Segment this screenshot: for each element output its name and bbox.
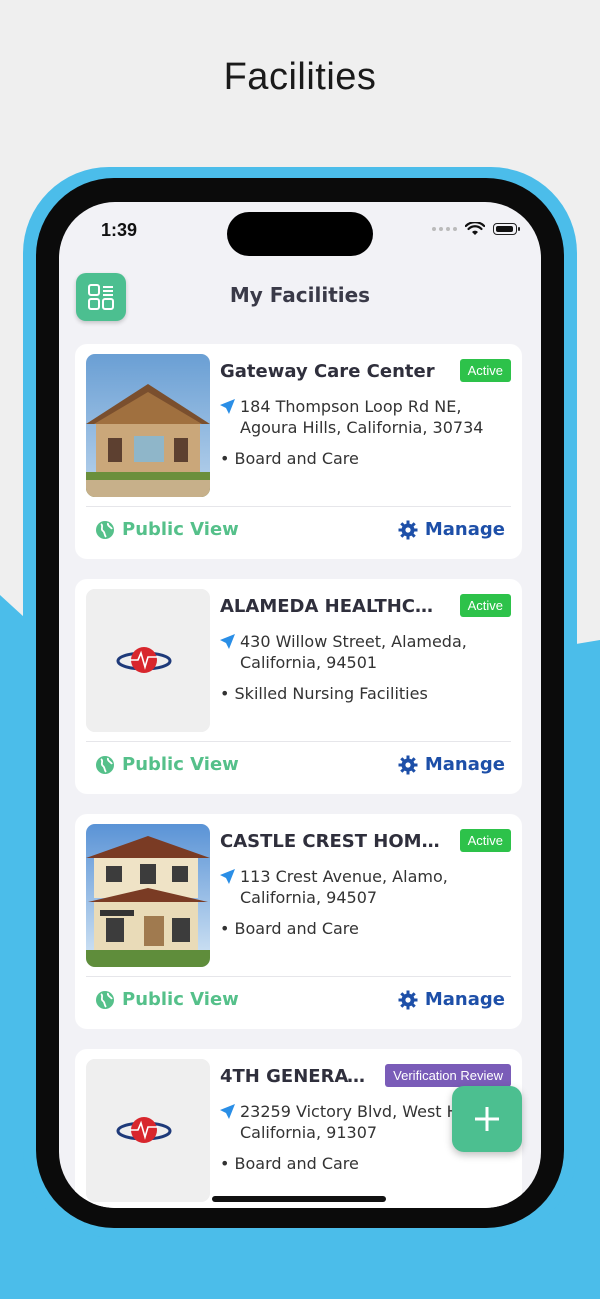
facility-name: Gateway Care Center <box>220 361 435 382</box>
status-badge: Verification Review <box>385 1064 511 1087</box>
status-bar: 1:39 <box>59 202 541 262</box>
facility-placeholder-logo <box>86 589 210 732</box>
home-indicator <box>212 1196 386 1202</box>
facility-type: • Skilled Nursing Facilities <box>220 684 428 703</box>
globe-icon <box>96 990 114 1009</box>
app-header: My Facilities <box>59 268 541 328</box>
status-icons <box>432 222 520 236</box>
facility-type: • Board and Care <box>220 919 359 938</box>
manage-button[interactable]: Manage <box>398 754 505 775</box>
navigation-arrow-icon <box>220 634 235 649</box>
globe-icon <box>96 755 114 774</box>
globe-icon <box>96 520 114 539</box>
signal-icon <box>432 227 457 231</box>
public-view-link[interactable]: Public View <box>95 989 239 1010</box>
navigation-arrow-icon <box>220 1104 235 1119</box>
facility-name: ALAMEDA HEALTHCA... <box>220 596 442 617</box>
phone-screen: 1:39 My Facilities Gateway Care Center A… <box>59 202 541 1208</box>
facility-card[interactable]: ALAMEDA HEALTHCA... Active 430 Willow St… <box>75 579 522 794</box>
wifi-icon <box>465 222 485 235</box>
facility-card[interactable]: CASTLE CREST HOME I Active 113 Crest Ave… <box>75 814 522 1029</box>
add-facility-button[interactable] <box>452 1086 522 1152</box>
navigation-arrow-icon <box>220 399 235 414</box>
public-view-link[interactable]: Public View <box>95 754 239 775</box>
page-caption: Facilities <box>223 56 377 98</box>
status-time: 1:39 <box>101 220 138 240</box>
manage-button[interactable]: Manage <box>398 519 505 540</box>
facility-photo <box>86 824 210 967</box>
battery-icon <box>493 223 520 235</box>
gear-icon <box>398 990 418 1009</box>
manage-button[interactable]: Manage <box>398 989 505 1010</box>
page-title: My Facilities <box>229 283 371 307</box>
facility-card[interactable]: Gateway Care Center Active 184 Thompson … <box>75 344 522 559</box>
card-divider <box>86 741 511 742</box>
gear-icon <box>398 755 418 774</box>
status-badge: Active <box>459 829 511 852</box>
facility-photo <box>86 354 210 497</box>
dynamic-island <box>227 212 373 256</box>
card-divider <box>86 976 511 977</box>
status-badge: Active <box>459 359 511 382</box>
facility-type: • Board and Care <box>220 1154 359 1173</box>
facility-address: 184 Thompson Loop Rd NE, Agoura Hills, C… <box>220 396 510 438</box>
status-badge: Active <box>459 594 511 617</box>
facility-name: 4TH GENERAT... <box>220 1066 366 1087</box>
public-view-link[interactable]: Public View <box>95 519 239 540</box>
facility-type: • Board and Care <box>220 449 359 468</box>
facility-placeholder-logo <box>86 1059 210 1202</box>
facility-address: 430 Willow Street, Alameda, California, … <box>220 631 510 673</box>
navigation-arrow-icon <box>220 869 235 884</box>
facility-address: 113 Crest Avenue, Alamo, California, 945… <box>220 866 510 908</box>
facility-name: CASTLE CREST HOME I <box>220 831 442 852</box>
plus-icon <box>475 1107 499 1131</box>
card-divider <box>86 506 511 507</box>
gear-icon <box>398 520 418 539</box>
